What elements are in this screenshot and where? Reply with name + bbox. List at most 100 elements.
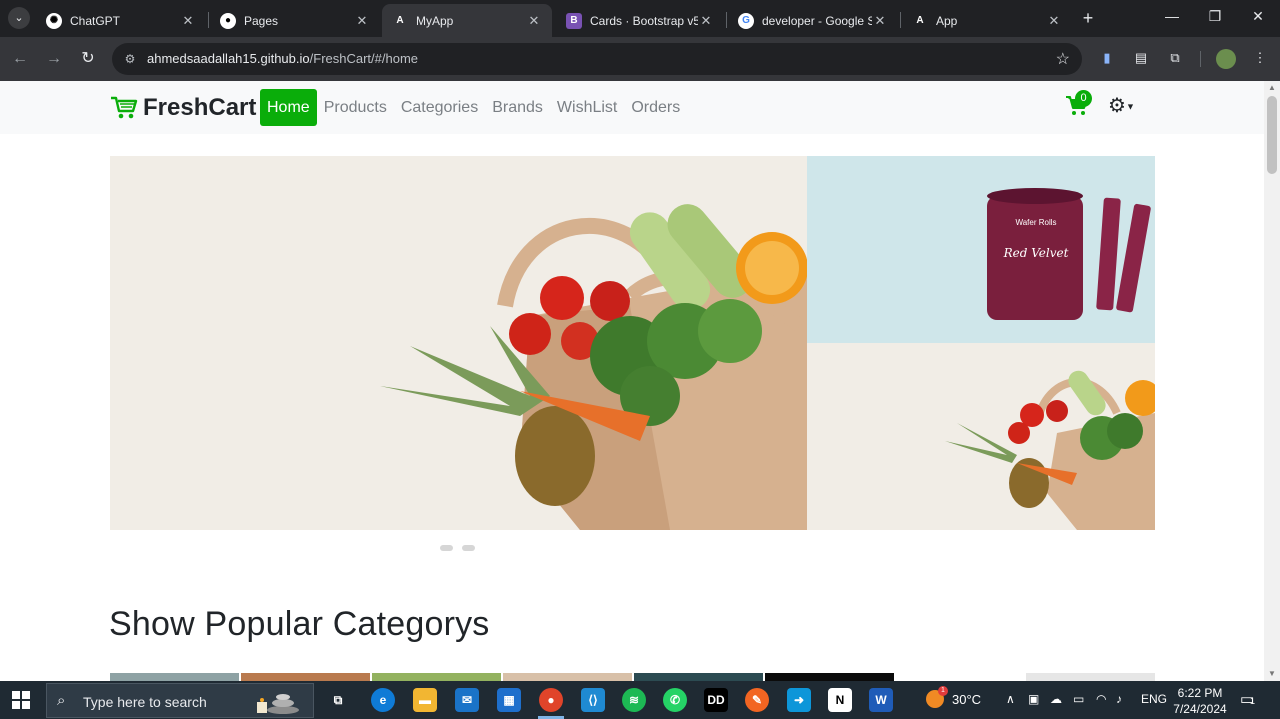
tab-title: Pages	[244, 13, 279, 28]
tab-divider	[900, 12, 901, 28]
close-icon[interactable]: ✕	[526, 13, 542, 29]
nav-link-brands[interactable]: Brands	[485, 89, 550, 126]
nav-link-categories[interactable]: Categories	[394, 89, 485, 126]
onedrive-cloud-icon[interactable]: ☁	[1050, 692, 1062, 706]
scroll-down-arrow-icon[interactable]: ▼	[1267, 669, 1277, 679]
new-tab-plus-icon[interactable]: +	[1078, 8, 1098, 29]
word-icon[interactable]: W	[869, 688, 893, 712]
browser-toolbar: ← → ↻ ⚙ ahmedsaadallah15.github.io/Fresh…	[0, 37, 1280, 81]
side-banner-wafer-rolls[interactable]: Wafer Rolls Red Velvet	[807, 156, 1155, 343]
tab-pages[interactable]: ● Pages ✕	[210, 4, 380, 37]
notification-center-icon[interactable]: ▭ 1	[1240, 690, 1255, 708]
back-arrow-icon[interactable]: ←	[9, 48, 31, 70]
postman-icon[interactable]: ✎	[745, 688, 769, 712]
input-language[interactable]: ENG	[1141, 692, 1167, 706]
meet-now-icon[interactable]: ▣	[1028, 692, 1039, 706]
close-icon[interactable]: ✕	[698, 13, 714, 29]
tab-chatgpt[interactable]: ✺ ChatGPT ✕	[36, 4, 206, 37]
bootstrap-icon: B	[566, 12, 582, 29]
nav-link-home[interactable]: Home	[260, 89, 317, 126]
close-icon[interactable]: ✕	[1046, 13, 1062, 29]
shopping-cart-logo-icon	[111, 96, 138, 119]
category-card[interactable]	[110, 673, 239, 681]
tab-divider	[726, 12, 727, 28]
search-highlight-stones-icon	[257, 694, 299, 714]
reload-icon[interactable]: ↻	[77, 48, 99, 70]
site-info-icon[interactable]: ⚙	[122, 51, 138, 67]
notion-icon[interactable]: N	[828, 688, 852, 712]
wafer-brand-label: Wafer Rolls	[1015, 218, 1057, 227]
system-clock[interactable]: 6:22 PM 7/24/2024	[1168, 685, 1232, 717]
restore-icon[interactable]: ❐	[1205, 8, 1225, 25]
bookmark-star-icon[interactable]: ☆	[1056, 49, 1070, 69]
tab-app[interactable]: A App ✕	[902, 4, 1072, 37]
scrollbar-thumb[interactable]	[1267, 96, 1277, 174]
category-slider	[110, 673, 894, 681]
site-navbar: FreshCart Home Products Categories Brand…	[0, 81, 1264, 134]
tab-bootstrap-cards[interactable]: B Cards · Bootstrap v5.0 ✕	[556, 4, 724, 37]
scroll-up-arrow-icon[interactable]: ▲	[1267, 83, 1277, 93]
battery-icon[interactable]: ▭	[1073, 692, 1084, 706]
category-card[interactable]	[634, 673, 763, 681]
task-view-icon[interactable]: ⧉	[326, 688, 350, 712]
extensions-puzzle-icon[interactable]: ⧉	[1166, 49, 1184, 67]
spotify-icon[interactable]: ≋	[622, 688, 646, 712]
category-card[interactable]	[765, 673, 894, 681]
minimize-icon[interactable]: —	[1162, 8, 1182, 24]
url-text[interactable]: ahmedsaadallah15.github.io/FreshCart/#/h…	[147, 51, 418, 66]
tab-title: ChatGPT	[70, 13, 121, 28]
tab-myapp[interactable]: A MyApp ✕	[382, 4, 552, 37]
page-viewport: FreshCart Home Products Categories Brand…	[0, 81, 1264, 681]
windows-taskbar: ⌕ Type here to search ⧉ e ▬ ✉ ▦ ● ⟨⟩ ≋ ✆…	[0, 681, 1280, 719]
more-menu-icon[interactable]: ⋮	[1251, 49, 1269, 67]
category-card[interactable]	[241, 673, 370, 681]
show-hidden-icons-chevron-icon[interactable]: ∧	[1006, 692, 1015, 706]
weather-widget[interactable]: 1 30°C	[926, 686, 981, 708]
vscode-icon[interactable]: ⟨⟩	[581, 688, 605, 712]
whatsapp-icon[interactable]: ✆	[663, 688, 687, 712]
dolby-icon[interactable]: DD	[704, 688, 728, 712]
chatgpt-icon: ✺	[46, 12, 62, 29]
close-icon[interactable]: ✕	[872, 13, 888, 29]
volume-icon[interactable]: ♪	[1116, 692, 1122, 706]
chrome-icon[interactable]: ●	[539, 688, 563, 712]
address-bar[interactable]: ⚙ ahmedsaadallah15.github.io/FreshCart/#…	[112, 43, 1082, 75]
category-card[interactable]	[372, 673, 501, 681]
close-icon[interactable]: ✕	[354, 13, 370, 29]
remote-desktop-icon[interactable]: ➜	[787, 688, 811, 712]
window-close-icon[interactable]: ✕	[1248, 8, 1268, 25]
angular-icon: A	[396, 15, 404, 26]
microsoft-store-icon[interactable]: ▦	[497, 688, 521, 712]
wifi-icon[interactable]: ◠	[1096, 692, 1106, 706]
edge-browser-icon[interactable]: e	[371, 688, 395, 712]
docs-extension-icon[interactable]: ▮	[1098, 49, 1116, 67]
url-path: /FreshCart/#/home	[309, 51, 419, 66]
tab-search-chevron-icon[interactable]: ⌄	[8, 7, 30, 29]
taskbar-search-box[interactable]: ⌕ Type here to search	[46, 683, 314, 718]
brand-logo[interactable]: FreshCart	[110, 94, 256, 122]
nav-link-products[interactable]: Products	[317, 89, 394, 126]
page-scrollbar[interactable]: ▲ ▼	[1264, 81, 1280, 681]
windows-start-icon[interactable]	[12, 691, 30, 709]
tab-title: developer - Google Search	[762, 13, 872, 28]
mail-icon[interactable]: ✉	[455, 688, 479, 712]
forward-arrow-icon[interactable]: →	[43, 48, 65, 70]
cart-count-badge[interactable]: 0	[1075, 90, 1092, 107]
carousel-main-slide[interactable]	[110, 156, 807, 530]
caret-down-icon: ▼	[1125, 101, 1135, 112]
nav-link-orders[interactable]: Orders	[624, 89, 687, 126]
nav-link-wishlist[interactable]: WishList	[550, 89, 624, 126]
carousel-dots	[440, 545, 475, 551]
side-banner-groceries[interactable]	[807, 343, 1155, 530]
settings-dropdown[interactable]: ⚙▼	[1108, 96, 1135, 117]
category-card[interactable]	[1026, 673, 1155, 681]
carousel-dot-2[interactable]	[462, 545, 475, 551]
reading-list-icon[interactable]: ▤	[1132, 49, 1150, 67]
category-card[interactable]	[503, 673, 632, 681]
browser-tab-strip: ⌄ ✺ ChatGPT ✕ ● Pages ✕ A MyApp ✕ B Card…	[0, 0, 1280, 37]
file-explorer-icon[interactable]: ▬	[413, 688, 437, 712]
carousel-dot-1[interactable]	[440, 545, 453, 551]
close-icon[interactable]: ✕	[180, 13, 196, 29]
profile-avatar[interactable]	[1216, 49, 1236, 69]
tab-google-search[interactable]: G developer - Google Search ✕	[728, 4, 898, 37]
